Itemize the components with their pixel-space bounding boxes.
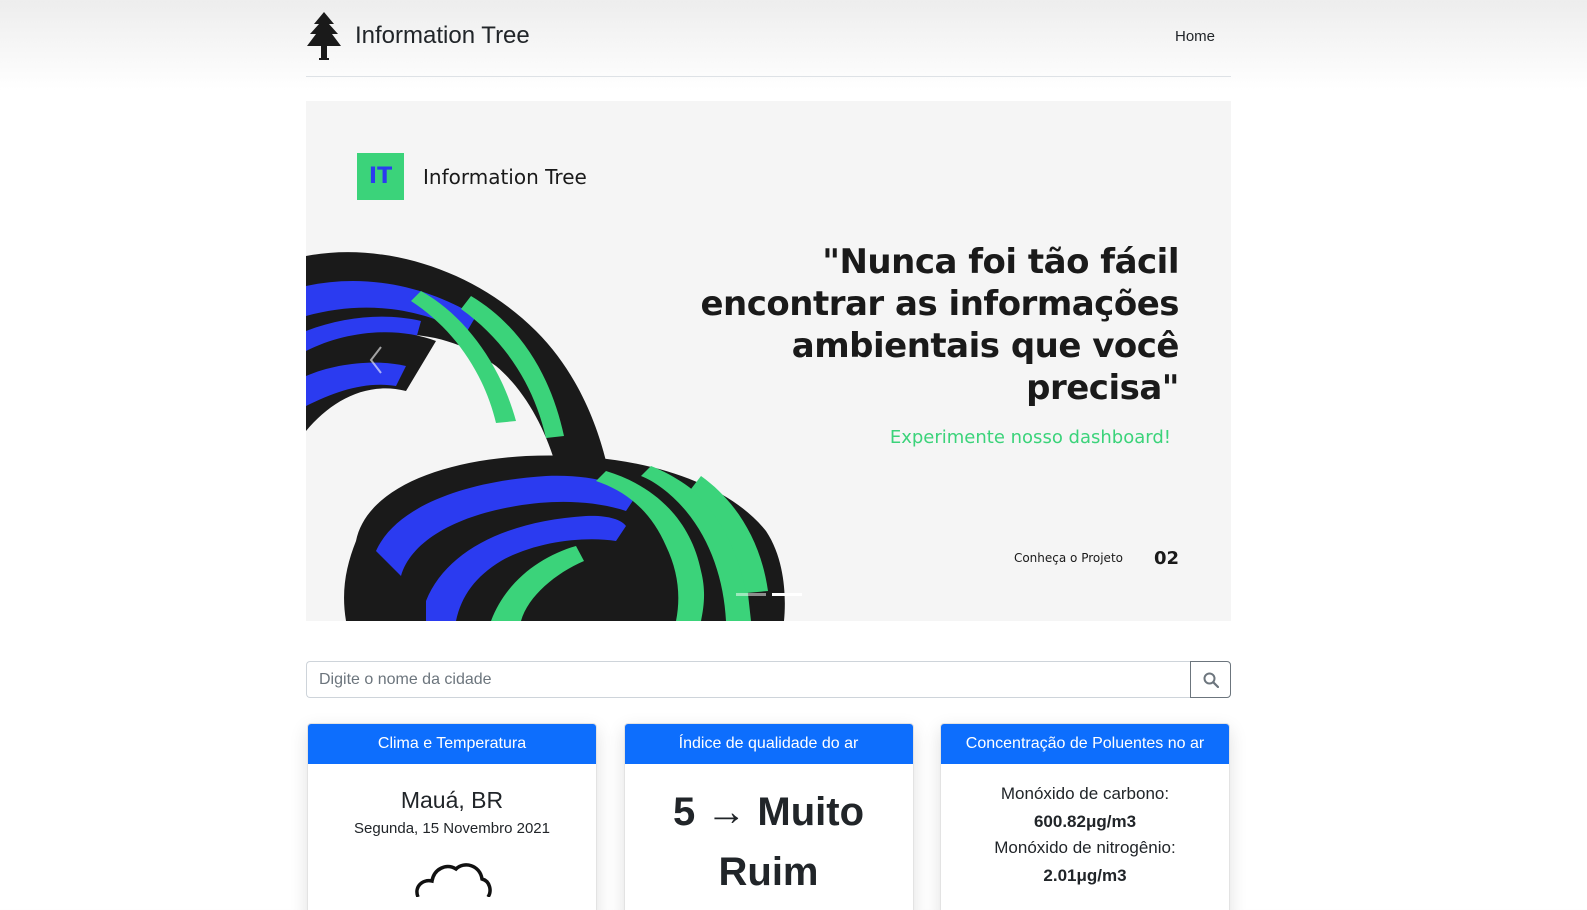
- carousel-indicator-2[interactable]: [772, 593, 802, 596]
- tree-icon: [307, 12, 341, 60]
- carousel-prev-button[interactable]: [364, 343, 390, 377]
- chevron-left-icon: [369, 346, 382, 374]
- dashboard-cta-link[interactable]: Experimente nosso dashboard!: [890, 427, 1171, 448]
- pollutant-value: 2.01μg/m3: [1043, 866, 1127, 885]
- project-link[interactable]: Conheça o Projeto: [1014, 551, 1123, 565]
- card-header: Índice de qualidade do ar: [624, 724, 913, 764]
- hero-carousel: IT Information Tree "Nunca foi tão fácil…: [306, 101, 1231, 621]
- search-icon: [1203, 672, 1219, 688]
- pollutant-label: Monóxido de carbono:: [1000, 784, 1170, 803]
- pollutant-value: 600.82μg/m3: [1033, 812, 1137, 831]
- brand-name: Information Tree: [355, 22, 530, 49]
- hero-logo-badge: IT: [357, 153, 404, 200]
- city-search-input[interactable]: [306, 661, 1190, 698]
- nav-home-link[interactable]: Home: [1175, 28, 1215, 45]
- hero-logo-text: Information Tree: [423, 165, 587, 189]
- card-header: Clima e Temperatura: [308, 724, 596, 764]
- aqi-value: 5 → Muito Ruim: [625, 782, 913, 902]
- carousel-indicator-1[interactable]: [736, 593, 766, 596]
- site-header: Information Tree Home: [306, 0, 1231, 77]
- city-search: [306, 661, 1231, 698]
- cloud-icon: [308, 857, 596, 902]
- brand[interactable]: Information Tree: [306, 12, 530, 60]
- aqi-line-1: 5 → Muito: [672, 790, 865, 834]
- city-name: Mauá, BR: [400, 787, 504, 813]
- page-container: Information Tree Home IT Information Tre…: [306, 0, 1231, 910]
- aqi-line-2: Ruim: [718, 850, 819, 894]
- card-header: Concentração de Poluentes no ar: [941, 724, 1229, 764]
- weather-date: Segunda, 15 Novembro 2021: [354, 820, 550, 837]
- slide-number: 02: [1153, 548, 1179, 569]
- hero-quote: "Nunca foi tão fácil encontrar as inform…: [700, 242, 1179, 408]
- weather-card: Clima e Temperatura Mauá, BR Segunda, 15…: [307, 723, 597, 910]
- air-quality-card: Índice de qualidade do ar 5 → Muito Ruim: [623, 723, 914, 910]
- info-cards: Clima e Temperatura Mauá, BR Segunda, 15…: [307, 723, 1230, 910]
- pollutant-label: Monóxido de nitrogênio:: [994, 838, 1176, 857]
- search-button[interactable]: [1190, 661, 1231, 698]
- pollutants-card: Concentração de Poluentes no ar Monóxido…: [940, 723, 1230, 910]
- carousel-indicators: [736, 593, 802, 596]
